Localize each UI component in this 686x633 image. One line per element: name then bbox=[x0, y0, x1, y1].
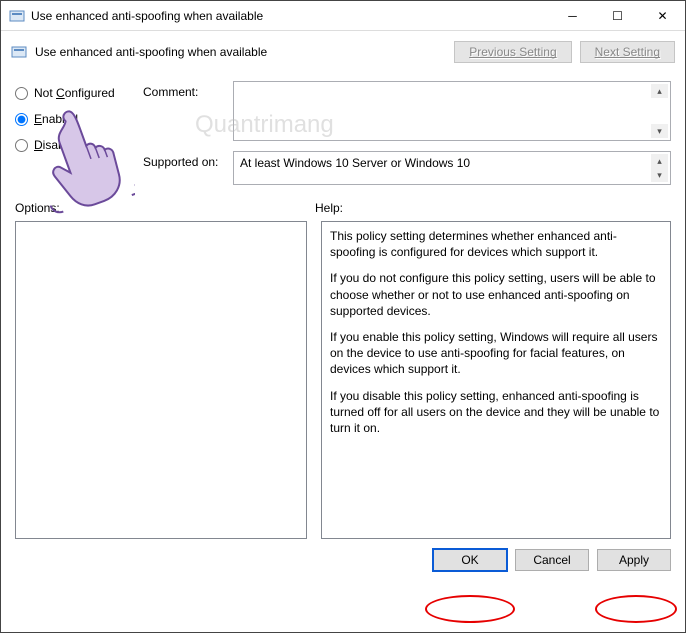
radio-not-configured-input[interactable] bbox=[15, 87, 28, 100]
options-label: Options: bbox=[15, 201, 315, 215]
apply-button[interactable]: Apply bbox=[597, 549, 671, 571]
radio-enabled-input[interactable] bbox=[15, 113, 28, 126]
comment-label: Comment: bbox=[143, 81, 233, 141]
policy-icon bbox=[11, 44, 27, 60]
supported-on-value: At least Windows 10 Server or Windows 10 bbox=[240, 156, 470, 170]
radio-enabled[interactable]: Enabled bbox=[15, 112, 143, 126]
radio-label: Enabled bbox=[34, 112, 78, 126]
supported-on-label: Supported on: bbox=[143, 151, 233, 185]
radio-not-configured[interactable]: Not Configured bbox=[15, 86, 143, 100]
radio-disabled[interactable]: Disabled bbox=[15, 138, 143, 152]
scroll-up-icon[interactable]: ▴ bbox=[651, 84, 668, 98]
next-setting-button[interactable]: Next Setting bbox=[580, 41, 675, 63]
scroll-up-icon[interactable]: ▴ bbox=[651, 154, 668, 168]
supported-on-box: At least Windows 10 Server or Windows 10… bbox=[233, 151, 671, 185]
close-button[interactable]: ✕ bbox=[640, 1, 685, 30]
state-radio-group: Not Configured Enabled Disabled bbox=[15, 81, 143, 195]
help-text: If you disable this policy setting, enha… bbox=[330, 388, 662, 437]
annotation-oval bbox=[425, 595, 515, 623]
help-text: If you do not configure this policy sett… bbox=[330, 270, 662, 319]
help-text: This policy setting determines whether e… bbox=[330, 228, 662, 260]
comment-textarea[interactable]: ▴ ▾ bbox=[233, 81, 671, 141]
dialog-footer: OK Cancel Apply bbox=[1, 539, 685, 581]
maximize-button[interactable]: ☐ bbox=[595, 1, 640, 30]
radio-label: Not Configured bbox=[34, 86, 115, 100]
previous-setting-button[interactable]: Previous Setting bbox=[454, 41, 571, 63]
policy-title: Use enhanced anti-spoofing when availabl… bbox=[35, 45, 454, 59]
toolbar: Use enhanced anti-spoofing when availabl… bbox=[1, 31, 685, 73]
radio-label: Disabled bbox=[34, 138, 81, 152]
annotation-oval bbox=[595, 595, 677, 623]
radio-disabled-input[interactable] bbox=[15, 139, 28, 152]
ok-button[interactable]: OK bbox=[433, 549, 507, 571]
cancel-button[interactable]: Cancel bbox=[515, 549, 589, 571]
help-pane: This policy setting determines whether e… bbox=[321, 221, 671, 539]
policy-icon bbox=[9, 8, 25, 24]
help-label: Help: bbox=[315, 201, 343, 215]
titlebar: Use enhanced anti-spoofing when availabl… bbox=[1, 1, 685, 31]
options-pane bbox=[15, 221, 307, 539]
help-text: If you enable this policy setting, Windo… bbox=[330, 329, 662, 378]
window-title: Use enhanced anti-spoofing when availabl… bbox=[31, 9, 550, 23]
scroll-down-icon[interactable]: ▾ bbox=[651, 124, 668, 138]
minimize-button[interactable]: ─ bbox=[550, 1, 595, 30]
scroll-down-icon[interactable]: ▾ bbox=[651, 168, 668, 182]
